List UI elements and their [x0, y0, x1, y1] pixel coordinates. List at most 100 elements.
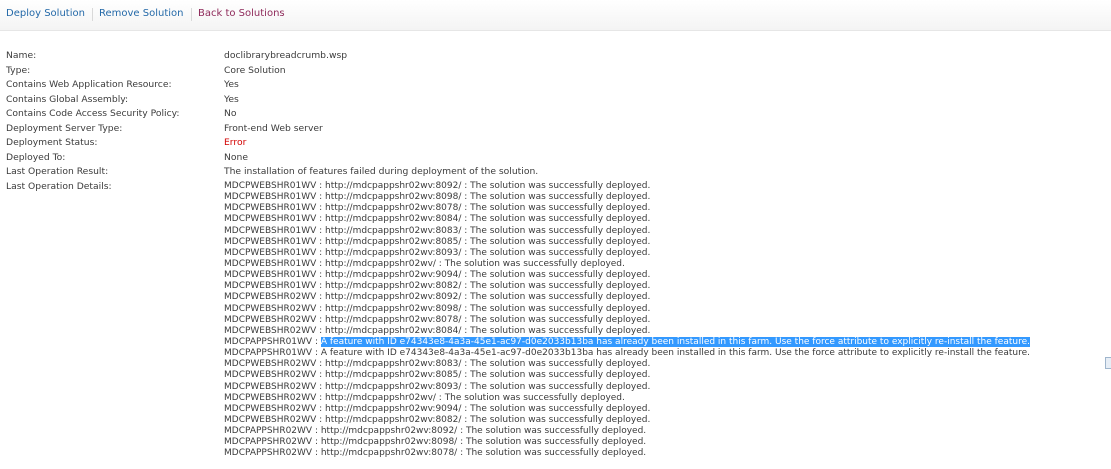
operation-detail-line: MDCPWEBSHR01WV : http://mdcpappshr02wv:8… [224, 226, 1110, 237]
detail-text: http://mdcpappshr02wv/ : The solution wa… [325, 258, 625, 269]
operation-detail-line: MDCPAPPSHR02WV : http://mdcpappshr02wv:8… [224, 448, 1110, 459]
operation-detail-line: MDCPWEBSHR01WV : http://mdcpappshr02wv:8… [224, 192, 1110, 203]
toolbar-divider [92, 8, 93, 21]
operation-detail-line: MDCPWEBSHR02WV : http://mdcpappshr02wv:8… [224, 304, 1110, 315]
server-name: MDCPWEBSHR01WV : [224, 281, 326, 292]
operation-detail-line: MDCPWEBSHR01WV : http://mdcpappshr02wv:8… [224, 203, 1110, 214]
deployment-status-value: Error [224, 137, 247, 148]
operation-detail-line: MDCPWEBSHR02WV : http://mdcpappshr02wv/ … [224, 393, 1110, 404]
operation-detail-line: MDCPWEBSHR01WV : http://mdcpappshr02wv:8… [224, 214, 1110, 225]
server-name: MDCPWEBSHR02WV : [224, 370, 326, 381]
back-to-solutions-link[interactable]: Back to Solutions [198, 8, 285, 19]
detail-text: http://mdcpappshr02wv:8098/ : The soluti… [320, 437, 647, 448]
detail-text: http://mdcpappshr02wv:8078/ : The soluti… [320, 448, 647, 459]
property-label: Name: [6, 50, 37, 61]
property-value: Yes [224, 93, 239, 105]
server-name: MDCPAPPSHR01WV : [224, 348, 321, 359]
detail-text: http://mdcpappshr02wv:8098/ : The soluti… [325, 303, 651, 314]
property-value: None [224, 151, 248, 163]
detail-text: http://mdcpappshr02wv:8082/ : The soluti… [325, 281, 651, 292]
operation-detail-line: MDCPAPPSHR02WV : http://mdcpappshr02wv:8… [224, 437, 1110, 448]
last-operation-details: MDCPWEBSHR01WV : http://mdcpappshr02wv:8… [224, 181, 1110, 460]
property-value: Front-end Web server [224, 122, 323, 134]
operation-detail-line: MDCPWEBSHR02WV : http://mdcpappshr02wv:8… [224, 326, 1110, 337]
operation-detail-line: MDCPWEBSHR02WV : http://mdcpappshr02wv:8… [224, 359, 1110, 370]
property-value: Yes [224, 79, 239, 90]
property-label: Contains Code Access Security Policy: [6, 108, 180, 119]
property-value: No [224, 108, 237, 119]
server-name: MDCPWEBSHR02WV : [224, 292, 326, 303]
operation-detail-line: MDCPWEBSHR02WV : http://mdcpappshr02wv:8… [224, 370, 1110, 381]
property-label: Contains Global Assembly: [6, 93, 129, 105]
detail-text: http://mdcpappshr02wv:9094/ : The soluti… [325, 403, 651, 414]
scrollbar-thumb[interactable] [1105, 357, 1111, 369]
operation-detail-line: MDCPWEBSHR01WV : http://mdcpappshr02wv/ … [224, 259, 1110, 270]
operation-detail-line: MDCPWEBSHR01WV : http://mdcpappshr02wv:8… [224, 281, 1110, 292]
detail-text: http://mdcpappshr02wv:8084/ : The soluti… [325, 214, 651, 225]
operation-detail-line: MDCPWEBSHR01WV : http://mdcpappshr02wv:8… [224, 248, 1110, 259]
server-name: MDCPWEBSHR01WV : [224, 270, 326, 281]
server-name: MDCPAPPSHR02WV : [224, 437, 321, 448]
detail-text: http://mdcpappshr02wv:8093/ : The soluti… [325, 247, 651, 258]
server-name: MDCPAPPSHR02WV : [224, 448, 321, 459]
detail-text: http://mdcpappshr02wv:8085/ : The soluti… [325, 370, 651, 381]
property-value: doclibrarybreadcrumb.wsp [224, 50, 348, 61]
server-name: MDCPWEBSHR02WV : [224, 414, 326, 425]
server-name: MDCPWEBSHR01WV : [224, 225, 326, 236]
operation-detail-line: MDCPWEBSHR02WV : http://mdcpappshr02wv:9… [224, 404, 1110, 415]
detail-text: http://mdcpappshr02wv:8092/ : The soluti… [325, 181, 651, 191]
detail-text: http://mdcpappshr02wv:8083/ : The soluti… [325, 225, 651, 236]
operation-detail-line: MDCPWEBSHR02WV : http://mdcpappshr02wv:8… [224, 382, 1110, 393]
property-value: Core Solution [224, 64, 286, 76]
operation-detail-line: MDCPAPPSHR02WV : http://mdcpappshr02wv:8… [224, 426, 1110, 437]
property-value: The installation of features failed duri… [224, 166, 539, 177]
server-name: MDCPWEBSHR01WV : [224, 214, 326, 225]
server-name: MDCPWEBSHR02WV : [224, 359, 326, 370]
property-label: Contains Web Application Resource: [6, 79, 172, 90]
property-label: Deployment Server Type: [6, 122, 123, 134]
detail-text: http://mdcpappshr02wv:8085/ : The soluti… [325, 236, 651, 247]
solution-toolbar: Deploy Solution Remove Solution Back to … [0, 0, 1111, 31]
deploy-solution-link[interactable]: Deploy Solution [6, 8, 85, 19]
detail-text: http://mdcpappshr02wv:8078/ : The soluti… [325, 203, 651, 214]
remove-solution-link[interactable]: Remove Solution [99, 8, 184, 19]
toolbar-divider [191, 8, 192, 21]
property-label: Last Operation Details: [6, 180, 112, 192]
operation-detail-line: MDCPAPPSHR01WV : A feature with ID e7434… [224, 348, 1110, 359]
detail-text: A feature with ID e74343e8-4a3a-45e1-ac9… [320, 348, 1030, 359]
operation-detail-line: MDCPWEBSHR02WV : http://mdcpappshr02wv:8… [224, 315, 1110, 326]
detail-text: http://mdcpappshr02wv:8078/ : The soluti… [325, 314, 651, 325]
server-name: MDCPAPPSHR01WV : [224, 336, 321, 347]
operation-detail-line: MDCPWEBSHR02WV : http://mdcpappshr02wv:8… [224, 415, 1110, 426]
selected-detail-text: A feature with ID e74343e8-4a3a-45e1-ac9… [320, 336, 1030, 347]
server-name: MDCPWEBSHR02WV : [224, 392, 326, 403]
server-name: MDCPWEBSHR02WV : [224, 381, 326, 392]
detail-text: http://mdcpappshr02wv:8082/ : The soluti… [325, 414, 651, 425]
property-label: Deployed To: [6, 151, 66, 163]
server-name: MDCPWEBSHR01WV : [224, 247, 326, 258]
operation-detail-line: MDCPAPPSHR01WV : A feature with ID e7434… [224, 336, 1110, 348]
detail-text: http://mdcpappshr02wv:9094/ : The soluti… [325, 270, 651, 281]
server-name: MDCPWEBSHR01WV : [224, 181, 326, 191]
detail-text: http://mdcpappshr02wv:8084/ : The soluti… [325, 325, 651, 336]
detail-text: http://mdcpappshr02wv:8083/ : The soluti… [325, 359, 651, 370]
detail-text: http://mdcpappshr02wv/ : The solution wa… [325, 392, 625, 403]
server-name: MDCPWEBSHR01WV : [224, 236, 326, 247]
server-name: MDCPWEBSHR02WV : [224, 403, 326, 414]
server-name: MDCPAPPSHR02WV : [224, 426, 321, 437]
server-name: MDCPWEBSHR02WV : [224, 314, 326, 325]
server-name: MDCPWEBSHR02WV : [224, 325, 326, 336]
detail-text: http://mdcpappshr02wv:8092/ : The soluti… [325, 292, 651, 303]
operation-detail-line: MDCPWEBSHR01WV : http://mdcpappshr02wv:9… [224, 270, 1110, 281]
server-name: MDCPWEBSHR01WV : [224, 258, 326, 269]
property-label: Last Operation Result: [6, 166, 109, 177]
server-name: MDCPWEBSHR01WV : [224, 192, 326, 203]
property-label: Type: [6, 64, 31, 76]
detail-text: http://mdcpappshr02wv:8093/ : The soluti… [325, 381, 651, 392]
operation-detail-line: MDCPWEBSHR01WV : http://mdcpappshr02wv:8… [224, 237, 1110, 248]
property-label: Deployment Status: [6, 137, 98, 148]
operation-detail-line: MDCPWEBSHR02WV : http://mdcpappshr02wv:8… [224, 292, 1110, 303]
server-name: MDCPWEBSHR01WV : [224, 203, 326, 214]
server-name: MDCPWEBSHR02WV : [224, 303, 326, 314]
operation-detail-line: MDCPWEBSHR01WV : http://mdcpappshr02wv:8… [224, 181, 1110, 192]
